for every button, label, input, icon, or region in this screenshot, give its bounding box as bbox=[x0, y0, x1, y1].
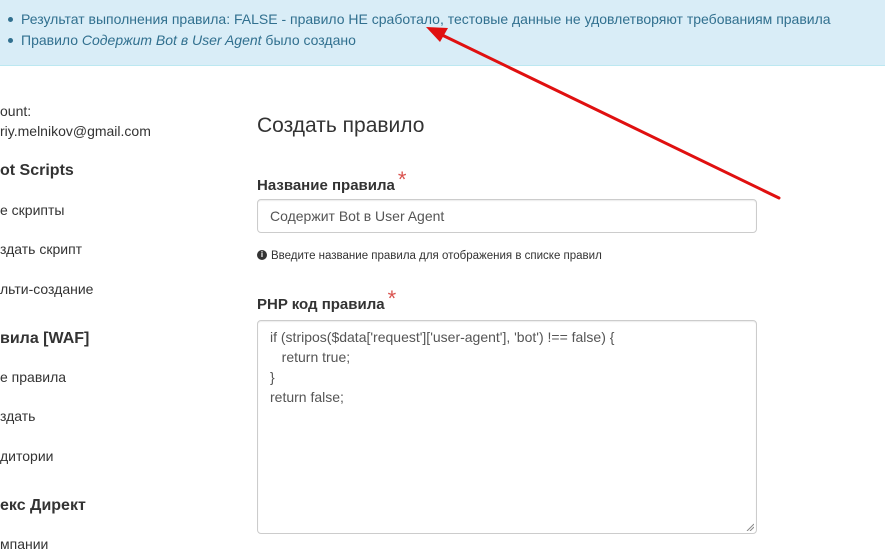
rule-name-input[interactable] bbox=[257, 199, 757, 233]
sidebar-section-yandex-direct: екс Директ bbox=[0, 497, 86, 514]
alert-created-suffix: было создано bbox=[261, 32, 356, 48]
code-line: return false; bbox=[270, 389, 344, 405]
sidebar-item-create-rule[interactable]: здать bbox=[0, 408, 35, 424]
sidebar-item-multi-create[interactable]: льти-создание bbox=[0, 281, 93, 297]
php-code-label-text: PHP код правила bbox=[257, 296, 385, 313]
info-circle-icon: i bbox=[257, 249, 267, 260]
alert-result-text: Результат выполнения правила: FALSE - пр… bbox=[21, 11, 831, 27]
account-email: riy.melnikov@gmail.com bbox=[0, 123, 151, 139]
bullet-icon bbox=[8, 37, 13, 43]
sidebar-item-audiences[interactable]: дитории bbox=[0, 448, 53, 464]
alert-created-prefix: Правило bbox=[21, 32, 82, 48]
sidebar-item-all-scripts[interactable]: е скрипты bbox=[0, 202, 64, 218]
rule-name-label: Название правила * bbox=[257, 167, 407, 196]
php-code-textarea[interactable]: if (stripos($data['request']['user-agent… bbox=[257, 320, 757, 534]
sidebar-item-campaigns[interactable]: мпании bbox=[0, 536, 48, 552]
resize-handle-icon[interactable] bbox=[746, 523, 754, 531]
code-line: } bbox=[270, 369, 275, 385]
alert-banner: Результат выполнения правила: FALSE - пр… bbox=[0, 0, 885, 66]
php-code-label: PHP код правила * bbox=[257, 286, 397, 315]
rule-name-help: i Введите название правила для отображени… bbox=[257, 249, 602, 262]
alert-created-rule-name: Содержит Bot в User Agent bbox=[81, 32, 262, 48]
sidebar-item-all-rules[interactable]: е правила bbox=[0, 369, 66, 385]
required-asterisk: * bbox=[397, 167, 407, 192]
sidebar-section-waf-rules: вила [WAF] bbox=[0, 330, 90, 347]
code-line: if (stripos($data['request']['user-agent… bbox=[270, 329, 615, 345]
page-title: Создать правило bbox=[257, 114, 425, 137]
code-line: return true; bbox=[270, 349, 351, 365]
required-asterisk: * bbox=[387, 286, 397, 311]
rule-name-label-text: Название правила bbox=[257, 177, 395, 194]
rule-name-help-text: Введите название правила для отображения… bbox=[271, 250, 602, 262]
alert-item-result: Результат выполнения правила: FALSE - пр… bbox=[8, 11, 831, 27]
account-label: ount: bbox=[0, 103, 32, 119]
bullet-icon bbox=[8, 16, 13, 22]
sidebar-item-create-script[interactable]: здать скрипт bbox=[0, 241, 82, 257]
alert-item-created: Правило Содержит Bot в User Agent было с… bbox=[8, 32, 356, 48]
sidebar-section-bot-scripts: ot Scripts bbox=[0, 162, 74, 179]
